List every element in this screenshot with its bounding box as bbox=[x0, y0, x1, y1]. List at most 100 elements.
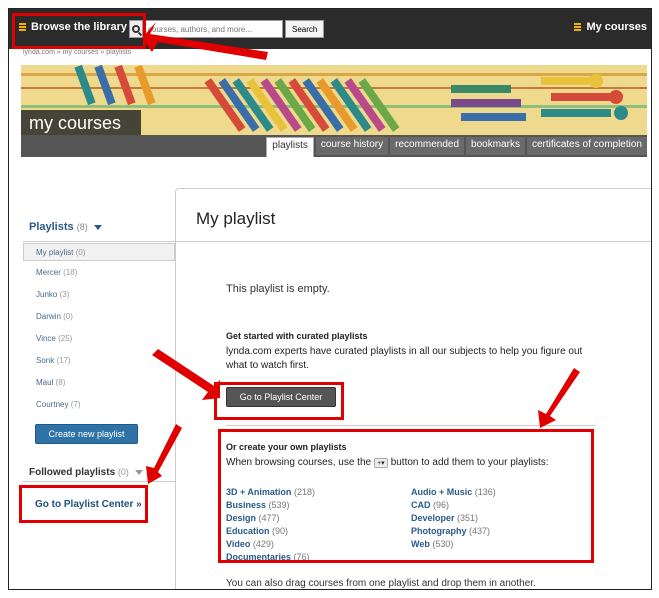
tab-bookmarks[interactable]: bookmarks bbox=[466, 137, 525, 155]
playlist-panel: My playlist This playlist is empty. Get … bbox=[175, 188, 651, 589]
tab-playlists[interactable]: playlists bbox=[266, 137, 314, 157]
playlist-count: (18) bbox=[63, 268, 78, 277]
sidebar-divider bbox=[23, 481, 175, 482]
subject-count: (218) bbox=[293, 487, 315, 497]
browse-library-button[interactable]: Browse the library bbox=[19, 21, 127, 33]
subject-count: (136) bbox=[474, 487, 496, 497]
search-bar: Search bbox=[129, 20, 325, 38]
go-to-playlist-center-link[interactable]: Go to Playlist Center » bbox=[35, 499, 142, 510]
subject-name: CAD bbox=[411, 500, 431, 510]
subject-count: (90) bbox=[272, 526, 289, 536]
playlist-count: (3) bbox=[59, 290, 70, 299]
breadcrumb[interactable]: lynda.com » my courses » playlists bbox=[23, 49, 131, 56]
playlist-name: Maul bbox=[36, 378, 54, 387]
page-title: My playlist bbox=[196, 209, 276, 228]
chevron-down-icon bbox=[93, 224, 102, 230]
instructions-text-after: button to add them to your playlists: bbox=[390, 457, 549, 468]
menu-icon bbox=[574, 23, 582, 31]
subject-name: Web bbox=[411, 539, 430, 549]
own-playlists-instructions: When browsing courses, use the +▾ button… bbox=[226, 457, 549, 468]
playlist-item[interactable]: Darwin (0) bbox=[36, 312, 73, 321]
playlist-item[interactable]: Junko (3) bbox=[36, 290, 69, 299]
playlist-item[interactable]: Maul (8) bbox=[36, 378, 65, 387]
drag-drop-note: You can also drag courses from one playl… bbox=[226, 578, 536, 589]
subject-count: (437) bbox=[469, 526, 491, 536]
subject-link[interactable]: Photography (437) bbox=[411, 526, 490, 536]
playlists-label: Playlists bbox=[29, 221, 74, 233]
own-playlists-heading: Or create your own playlists bbox=[226, 442, 347, 452]
subject-count: (96) bbox=[433, 500, 450, 510]
subject-count: (477) bbox=[258, 513, 280, 523]
subject-name: Video bbox=[226, 539, 251, 549]
subject-link[interactable]: 3D + Animation (218) bbox=[226, 487, 315, 497]
my-courses-menu[interactable]: My courses bbox=[574, 21, 647, 33]
sidebar-divider bbox=[23, 241, 175, 242]
create-new-playlist-button[interactable]: Create new playlist bbox=[35, 424, 138, 444]
subject-name: Audio + Music bbox=[411, 487, 473, 497]
subject-name: Documentaries bbox=[226, 552, 292, 562]
subject-count: (429) bbox=[252, 539, 274, 549]
playlist-count: (0) bbox=[75, 248, 86, 257]
playlist-name: Darwin bbox=[36, 312, 61, 321]
subject-count: (530) bbox=[432, 539, 454, 549]
subject-name: 3D + Animation bbox=[226, 487, 292, 497]
section-divider bbox=[226, 425, 596, 426]
tab-course-history[interactable]: course history bbox=[315, 137, 389, 155]
search-input[interactable] bbox=[143, 20, 283, 38]
my-courses-label: My courses bbox=[586, 21, 647, 33]
playlist-count: (25) bbox=[58, 334, 73, 343]
subject-name: Education bbox=[226, 526, 270, 536]
my-courses-tabs: playlists course history recommended boo… bbox=[21, 135, 647, 157]
playlists-header[interactable]: Playlists (8) bbox=[29, 221, 102, 233]
curated-heading: Get started with curated playlists bbox=[226, 331, 368, 341]
playlist-count: (0) bbox=[63, 312, 73, 321]
subject-name: Developer bbox=[411, 513, 455, 523]
playlist-name: My playlist bbox=[36, 248, 74, 257]
playlist-item[interactable]: Courtney (7) bbox=[36, 400, 80, 409]
followed-playlists-count: (0) bbox=[117, 467, 129, 477]
playlist-item[interactable]: Mercer (18) bbox=[36, 268, 77, 277]
playlists-count: (8) bbox=[76, 222, 88, 232]
subject-link[interactable]: Audio + Music (136) bbox=[411, 487, 496, 497]
empty-playlist-message: This playlist is empty. bbox=[226, 283, 330, 295]
browser-frame: Browse the library Search My courses lyn… bbox=[8, 8, 652, 590]
subject-link[interactable]: Education (90) bbox=[226, 526, 288, 536]
tab-certificates[interactable]: certificates of completion bbox=[526, 137, 647, 155]
subject-link[interactable]: Design (477) bbox=[226, 513, 280, 523]
search-icon bbox=[132, 25, 140, 33]
browse-library-label: Browse the library bbox=[31, 21, 127, 33]
playlist-name: Mercer bbox=[36, 268, 61, 277]
playlist-count: (8) bbox=[55, 378, 66, 387]
chevron-down-icon bbox=[134, 469, 143, 475]
playlist-name: Courtney bbox=[36, 400, 69, 409]
subject-count: (351) bbox=[457, 513, 479, 523]
go-to-playlist-center-button[interactable]: Go to Playlist Center bbox=[226, 387, 336, 407]
playlist-item-my-playlist[interactable]: My playlist (0) bbox=[23, 243, 175, 261]
subject-link[interactable]: Business (539) bbox=[226, 500, 290, 510]
instructions-text-before: When browsing courses, use the bbox=[226, 457, 372, 468]
search-button[interactable]: Search bbox=[285, 20, 325, 38]
playlist-name: Junko bbox=[36, 290, 58, 299]
subject-link[interactable]: Video (429) bbox=[226, 539, 274, 549]
followed-playlists-header[interactable]: Followed playlists (0) bbox=[29, 467, 143, 478]
playlist-item[interactable]: Sonk (17) bbox=[36, 356, 71, 365]
menu-icon bbox=[19, 23, 26, 31]
tab-recommended[interactable]: recommended bbox=[390, 137, 465, 155]
subject-count: (76) bbox=[293, 552, 310, 562]
subject-name: Business bbox=[226, 500, 267, 510]
subject-name: Design bbox=[226, 513, 257, 523]
subject-link[interactable]: Web (530) bbox=[411, 539, 453, 549]
subject-link[interactable]: Developer (351) bbox=[411, 513, 478, 523]
playlist-count: (17) bbox=[56, 356, 71, 365]
playlist-count: (7) bbox=[70, 400, 81, 409]
search-icon-box[interactable] bbox=[129, 20, 143, 38]
add-to-playlist-icon: +▾ bbox=[374, 457, 388, 468]
playlist-name: Vince bbox=[36, 334, 56, 343]
panel-divider bbox=[176, 241, 651, 242]
subject-link[interactable]: Documentaries (76) bbox=[226, 552, 310, 562]
playlist-name: Sonk bbox=[36, 356, 55, 365]
playlist-item[interactable]: Vince (25) bbox=[36, 334, 72, 343]
followed-playlists-label: Followed playlists bbox=[29, 467, 116, 478]
subject-link[interactable]: CAD (96) bbox=[411, 500, 449, 510]
top-nav-bar: Browse the library Search My courses bbox=[9, 9, 651, 49]
